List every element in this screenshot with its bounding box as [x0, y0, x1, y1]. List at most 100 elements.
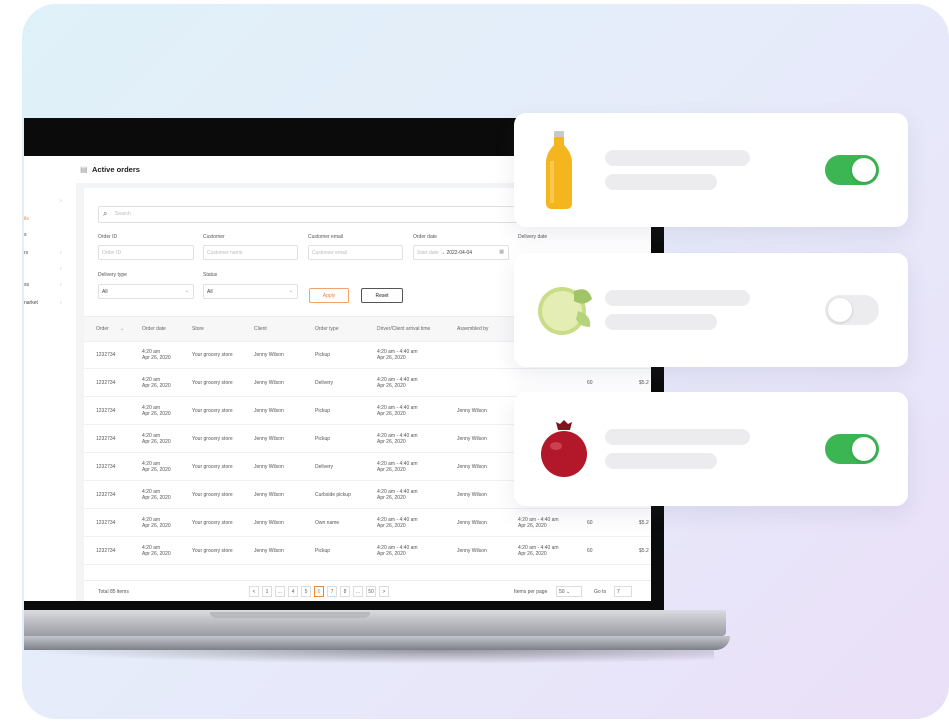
placeholder-line [605, 429, 750, 445]
page-button[interactable]: 50 [366, 586, 376, 597]
cell-arr2: Apr 26, 2020 [377, 355, 406, 361]
page-button[interactable]: 4 [288, 586, 298, 597]
items-per-page-select[interactable]: 50 ⌄ [556, 586, 582, 597]
table-row[interactable]: 1232734 4:20 am Apr 26, 2020 Your grocery s… [84, 536, 651, 565]
cell-client: Jenny Wilson [254, 520, 284, 526]
cell-store: Your grocery store [192, 408, 233, 414]
page-button[interactable]: 6 [314, 586, 324, 597]
laptop-base [24, 610, 726, 636]
delivery-type-value: All [102, 289, 108, 295]
cell-type: Delivery [315, 380, 334, 386]
pomegranate-icon [541, 420, 587, 477]
cell-order: 1232734 [96, 464, 116, 470]
sort-icon[interactable]: ⌄ [120, 326, 124, 332]
cell-client: Jenny Wilson [254, 464, 284, 470]
cell-date2: Apr 26, 2020 [142, 411, 171, 417]
search-placeholder: Search [115, 211, 131, 217]
end-date-value: 2022-04-04 [446, 250, 473, 256]
cell-date2: Apr 26, 2020 [142, 523, 171, 529]
status-value: All [207, 289, 213, 295]
cell-type: Pickup [315, 408, 331, 414]
sidebar-item-5[interactable]: ss [24, 282, 29, 288]
sidebar: ils › s rs › › ss › narket › [24, 156, 77, 601]
cell-store: Your grocery store [192, 352, 233, 358]
delivery-type-select[interactable]: All ⌄ [98, 284, 194, 299]
page-button[interactable]: > [379, 586, 389, 597]
customer-email-input[interactable]: Customer email [308, 245, 403, 260]
sidebar-item-3[interactable]: rs [24, 250, 28, 256]
page-button[interactable]: ... [353, 586, 363, 597]
cell-arr2: Apr 26, 2020 [377, 467, 406, 473]
product-toggle[interactable] [825, 434, 879, 464]
cell-order: 1232734 [96, 352, 116, 358]
page-button[interactable]: 8 [340, 586, 350, 597]
column-header-arrival-time[interactable]: Driver/Client arrival time [377, 326, 430, 332]
column-header-order-date[interactable]: Order date [142, 326, 166, 332]
page-button[interactable]: 1 [262, 586, 272, 597]
laptop-shadow [24, 650, 714, 664]
product-toggle[interactable] [825, 295, 879, 325]
column-header-client[interactable]: Client [254, 326, 267, 332]
cell-arr2: Apr 26, 2020 [377, 439, 406, 445]
column-header-order[interactable]: Order [96, 326, 109, 332]
reset-button[interactable]: Reset [361, 288, 403, 303]
sidebar-item-2[interactable]: s [24, 232, 27, 238]
chevron-right-icon: › [60, 300, 62, 306]
cell-order: 1232734 [96, 380, 116, 386]
search-input[interactable]: ⌕ Search [98, 206, 520, 223]
apply-button[interactable]: Apply [309, 288, 349, 303]
cell-client: Jenny Wilson [254, 492, 284, 498]
placeholder-line [605, 290, 750, 306]
column-header-store[interactable]: Store [192, 326, 204, 332]
calendar-icon: ▦ [499, 249, 504, 255]
cell-client: Jenny Wilson [254, 352, 284, 358]
customer-email-label: Customer email [308, 234, 344, 240]
sidebar-item-6[interactable]: narket [24, 300, 38, 306]
product-card-lime [514, 253, 908, 367]
cell-store: Your grocery store [192, 380, 233, 386]
menu-icon[interactable]: ▤ [80, 165, 88, 174]
page-title: Active orders [92, 165, 140, 174]
cell-type: Own name [315, 520, 340, 526]
lime-icon [538, 287, 592, 335]
cell-arr2: Apr 26, 2020 [377, 551, 406, 557]
cell-client: Jenny Wilson [254, 548, 284, 554]
chevron-right-icon: › [60, 250, 62, 256]
customer-input[interactable]: Customer name [203, 245, 298, 260]
table-row[interactable]: 1232734 4:20 am Apr 26, 2020 Your grocery s… [84, 508, 651, 537]
goto-label: Go to [594, 589, 607, 595]
column-header-order-type[interactable]: Order type [315, 326, 339, 332]
product-toggle[interactable] [825, 155, 879, 185]
cell-order: 1232734 [96, 436, 116, 442]
start-date-placeholder: Start date [417, 250, 439, 256]
status-select[interactable]: All ⌄ [203, 284, 298, 299]
juice-bottle-icon [546, 131, 572, 209]
cell-date2: Apr 26, 2020 [142, 495, 171, 501]
order-id-label: Order ID [98, 234, 118, 240]
items-per-page-label: Items per page [514, 589, 548, 595]
order-id-input[interactable]: Order ID [98, 245, 194, 260]
cell-client: Jenny Wilson [254, 408, 284, 414]
goto-input[interactable]: 7 [614, 586, 632, 597]
order-date-label: Order date [413, 234, 437, 240]
cell-type: Curbside pickup [315, 492, 351, 498]
placeholder-line [605, 174, 717, 190]
page-button[interactable]: < [249, 586, 259, 597]
chevron-right-icon: › [60, 198, 62, 204]
cell-client: Jenny Wilson [254, 380, 284, 386]
cell-date2: Apr 26, 2020 [142, 551, 171, 557]
page-button[interactable]: 5 [301, 586, 311, 597]
column-header-assembled-by[interactable]: Assembled by [457, 326, 488, 332]
toggle-knob [828, 298, 852, 322]
cell-date2: Apr 26, 2020 [142, 467, 171, 473]
cell-assembled: Jenny Wilson [457, 436, 487, 442]
chevron-right-icon: › [60, 266, 62, 272]
cell-order: 1232734 [96, 408, 116, 414]
order-id-placeholder: Order ID [102, 250, 122, 256]
search-icon: ⌕ [103, 209, 108, 218]
sidebar-item-1[interactable]: ils [24, 216, 29, 222]
toggle-knob [852, 158, 876, 182]
order-date-range[interactable]: Start date → 2022-04-04 ▦ [413, 245, 509, 260]
page-button[interactable]: ... [275, 586, 285, 597]
page-button[interactable]: 7 [327, 586, 337, 597]
